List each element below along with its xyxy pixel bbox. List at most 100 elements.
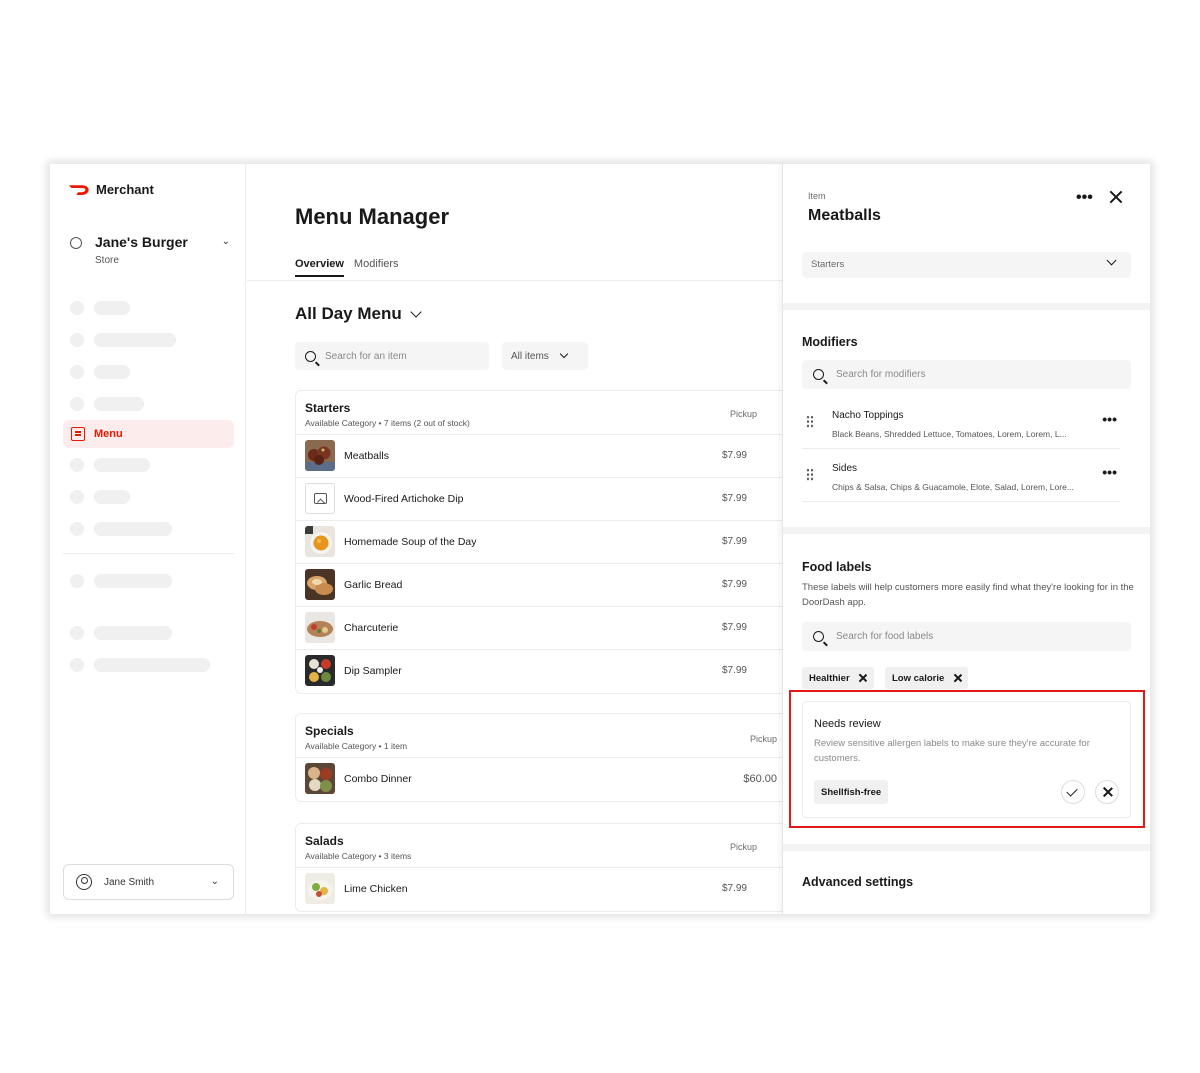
user-name: Jane Smith [104,876,155,888]
items-filter-dropdown[interactable]: All items [502,342,588,370]
placeholder-label [94,574,172,588]
image-placeholder-icon [314,493,327,504]
sidebar-placeholder-item[interactable] [70,397,144,411]
category-header[interactable]: Specials Available Category • 1 item Pic… [296,714,782,758]
item-search-input[interactable]: Search for an item [295,342,489,370]
sidebar-placeholder-item[interactable] [70,574,172,588]
more-options-icon[interactable]: ••• [1076,189,1093,207]
category-dropdown[interactable]: Starters [802,252,1131,278]
item-name: Garlic Bread [344,579,403,591]
advanced-settings-title[interactable]: Advanced settings [802,875,913,889]
brand[interactable]: Merchant [68,182,154,197]
section-divider [783,527,1150,534]
category-starters: Starters Available Category • 7 items (2… [295,390,782,694]
doordash-logo-icon [69,184,89,195]
sidebar-placeholder-item[interactable] [70,658,210,672]
chip-label: Healthier [809,672,850,684]
modifier-description: Chips & Salsa, Chips & Guacamole, Elote,… [832,482,1074,492]
remove-icon[interactable] [953,674,961,682]
pickup-column-label: Pickup [729,842,757,852]
sidebar: Merchant Jane's Burger Store ⌄ Menu Jane… [50,164,246,914]
food-label-chip: Low calorie [885,667,969,689]
tab-modifiers[interactable]: Modifiers [354,258,399,277]
sidebar-placeholder-item[interactable] [70,490,130,504]
category-title: Specials [305,724,354,738]
table-row[interactable]: Homemade Soup of the Day $7.99 [296,521,782,564]
item-name: Meatballs [344,450,389,462]
placeholder-icon [70,658,84,672]
chevron-down-icon [410,306,422,318]
item-thumbnail [305,763,335,794]
placeholder-label [94,458,150,472]
search-icon [813,631,824,642]
placeholder-icon [70,301,84,315]
sidebar-item-label: Menu [94,428,123,440]
item-price: $7.99 [721,883,747,894]
placeholder-icon [70,522,84,536]
sidebar-item-menu[interactable]: Menu [63,420,234,448]
table-row[interactable]: Combo Dinner $60.00 [296,758,782,801]
section-divider [783,844,1150,851]
placeholder-icon [70,490,84,504]
sidebar-placeholder-item[interactable] [70,365,130,379]
placeholder-icon [70,365,84,379]
item-price: $7.99 [721,536,747,547]
menu-selector[interactable]: All Day Menu [295,304,422,324]
category-salads: Salads Available Category • 3 items Pick… [295,823,782,912]
sidebar-placeholder-item[interactable] [70,626,172,640]
category-header[interactable]: Salads Available Category • 3 items Pick… [296,824,782,868]
item-thumbnail [305,569,335,600]
sidebar-placeholder-item[interactable] [70,458,150,472]
placeholder-label [94,658,210,672]
store-type: Store [95,255,119,266]
modifier-search-input[interactable]: Search for modifiers [802,360,1131,389]
table-row[interactable]: Garlic Bread $7.99 [296,564,782,607]
item-price: $60.00 [743,773,777,785]
item-thumbnail [305,655,335,686]
pickup-column-label: Pickup [729,409,757,419]
item-name: Lime Chicken [344,883,408,895]
food-labels-title: Food labels [802,560,872,574]
placeholder-label [94,301,130,315]
search-placeholder: Search for food labels [836,631,934,642]
category-dropdown-value: Starters [811,259,845,270]
food-label-search-input[interactable]: Search for food labels [802,622,1131,651]
sidebar-placeholder-item[interactable] [70,301,130,315]
table-row[interactable]: Meatballs $7.99 [296,435,782,478]
sidebar-placeholder-item[interactable] [70,333,176,347]
more-options-icon[interactable]: ••• [1102,464,1117,480]
table-row[interactable]: Charcuterie $7.99 [296,607,782,650]
placeholder-icon [70,574,84,588]
placeholder-label [94,626,172,640]
item-price: $7.99 [721,622,747,633]
section-divider [783,303,1150,310]
more-options-icon[interactable]: ••• [1102,411,1117,427]
category-header[interactable]: Starters Available Category • 7 items (2… [296,391,782,435]
page-title: Menu Manager [295,204,450,229]
drag-handle-icon[interactable] [806,468,814,481]
table-row[interactable]: Dip Sampler $7.99 [296,650,782,693]
modifier-row[interactable]: Nacho Toppings Black Beans, Shredded Let… [802,399,1120,449]
user-account-button[interactable]: Jane Smith ⌄ [63,864,234,900]
close-icon[interactable] [1109,190,1123,204]
category-specials: Specials Available Category • 1 item Pic… [295,713,782,802]
category-title: Salads [305,834,344,848]
table-row[interactable]: Wood-Fired Artichoke Dip $7.99 [296,478,782,521]
store-status-icon [70,237,82,249]
needs-review-highlight [789,690,1145,828]
item-price: $7.99 [721,665,747,676]
tab-overview[interactable]: Overview [295,258,344,277]
modifier-row[interactable]: Sides Chips & Salsa, Chips & Guacamole, … [802,452,1120,502]
table-row[interactable]: Lime Chicken $7.99 [296,868,782,911]
drag-handle-icon[interactable] [806,415,814,428]
remove-icon[interactable] [859,674,867,682]
item-price: $7.99 [721,493,747,504]
panel-title: Meatballs [808,207,881,224]
panel-overline: Item [808,191,826,201]
menu-book-icon [71,427,85,441]
sidebar-placeholder-item[interactable] [70,522,172,536]
search-icon [813,369,824,380]
category-title: Starters [305,401,351,415]
brand-name: Merchant [96,182,154,197]
menu-selector-label: All Day Menu [295,304,402,323]
